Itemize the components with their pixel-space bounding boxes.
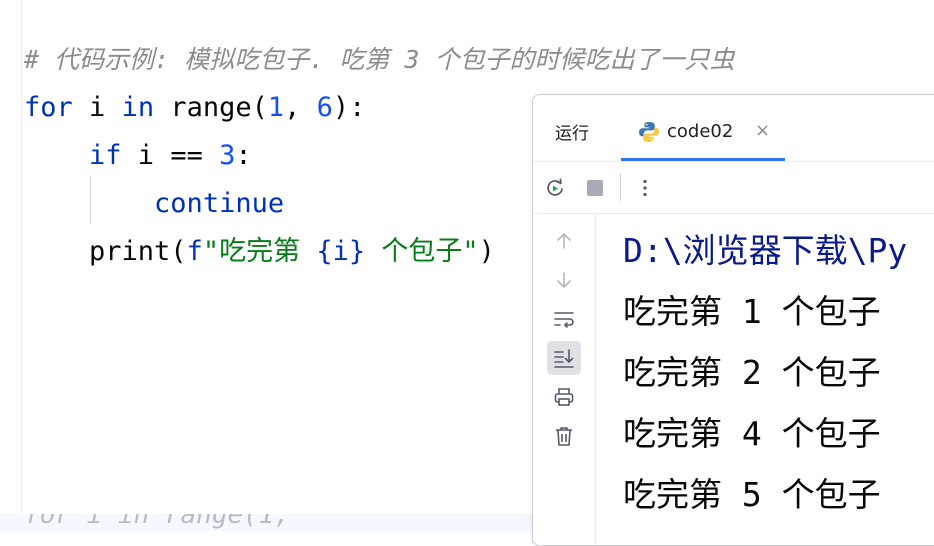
if-condition: i == — [121, 140, 220, 171]
console-line: 吃完第 4 个包子 — [623, 414, 881, 453]
stop-icon — [587, 180, 603, 196]
run-tool-window: 运行 code02 × D:\浏览器下载\Py 吃完第 1 个包子 吃完第 2 … — [532, 94, 934, 546]
gutter-divider — [21, 0, 22, 531]
code-comment: # 代码示例: 模拟吃包子. 吃第 3 个包子的时候吃出了一只虫 — [24, 45, 735, 74]
more-options-icon — [643, 179, 647, 197]
if-number: 3 — [219, 140, 236, 171]
trash-icon — [556, 427, 572, 446]
console-side-toolbar — [533, 214, 596, 545]
code-line-print: print(f"吃完第 {i} 个包子") — [24, 232, 495, 272]
range-sep: , — [284, 92, 317, 123]
scroll-up-button[interactable] — [547, 224, 581, 258]
scroll-down-button[interactable] — [547, 263, 581, 297]
fstring-prefix: f — [186, 236, 203, 267]
console-output[interactable]: D:\浏览器下载\Py 吃完第 1 个包子 吃完第 2 个包子 吃完第 4 个包… — [623, 225, 907, 530]
range-end: 6 — [316, 92, 333, 123]
code-line-continue: continue — [24, 184, 284, 224]
keyword-continue: continue — [154, 188, 285, 219]
run-header: 运行 code02 × — [533, 95, 934, 162]
console-line: 吃完第 5 个包子 — [623, 475, 881, 514]
rerun-icon — [547, 178, 563, 196]
string-open: "吃完第 — [202, 236, 317, 267]
code-line-if: if i == 3: — [24, 136, 252, 176]
string-close: 个包子" — [365, 236, 479, 267]
keyword-if: if — [89, 140, 122, 171]
if-colon: : — [235, 140, 252, 171]
run-title: 运行 — [555, 124, 589, 144]
toolbar-separator — [620, 173, 621, 201]
rerun-button[interactable] — [543, 176, 567, 200]
scroll-to-end-icon — [554, 349, 574, 368]
keyword-for: for — [24, 92, 73, 123]
run-toolbar — [533, 161, 934, 214]
scroll-up-icon — [557, 233, 571, 249]
keyword-in: in — [121, 92, 155, 123]
soft-wrap-button[interactable] — [547, 302, 581, 336]
print-call: print( — [89, 236, 187, 267]
more-options-button[interactable] — [633, 176, 657, 200]
range-call: range( — [154, 92, 268, 123]
print-close: ) — [478, 236, 495, 267]
tab-label: code02 — [667, 121, 734, 142]
stop-button[interactable] — [583, 176, 607, 200]
python-icon — [639, 122, 659, 142]
scroll-to-end-button[interactable] — [547, 341, 581, 375]
loop-var: i — [72, 92, 122, 123]
print-button[interactable] — [547, 380, 581, 414]
next-line-text: for i in range(1, — [24, 514, 291, 530]
next-code-line: for i in range(1, — [0, 514, 532, 531]
console-line-path: D:\浏览器下载\Py — [623, 231, 908, 270]
range-close: ): — [332, 92, 366, 123]
soft-wrap-icon — [554, 312, 574, 328]
scroll-down-icon — [557, 272, 571, 288]
close-icon[interactable]: × — [755, 120, 770, 141]
fstring-interp: {i} — [316, 236, 366, 267]
print-icon — [554, 388, 574, 406]
console-line: 吃完第 1 个包子 — [623, 292, 881, 331]
tab-code02[interactable]: code02 × — [621, 109, 785, 161]
clear-console-button[interactable] — [547, 419, 581, 453]
console-line: 吃完第 2 个包子 — [623, 353, 881, 392]
code-line-for: for i in range(1, 6): — [24, 88, 365, 128]
range-start: 1 — [267, 92, 285, 123]
